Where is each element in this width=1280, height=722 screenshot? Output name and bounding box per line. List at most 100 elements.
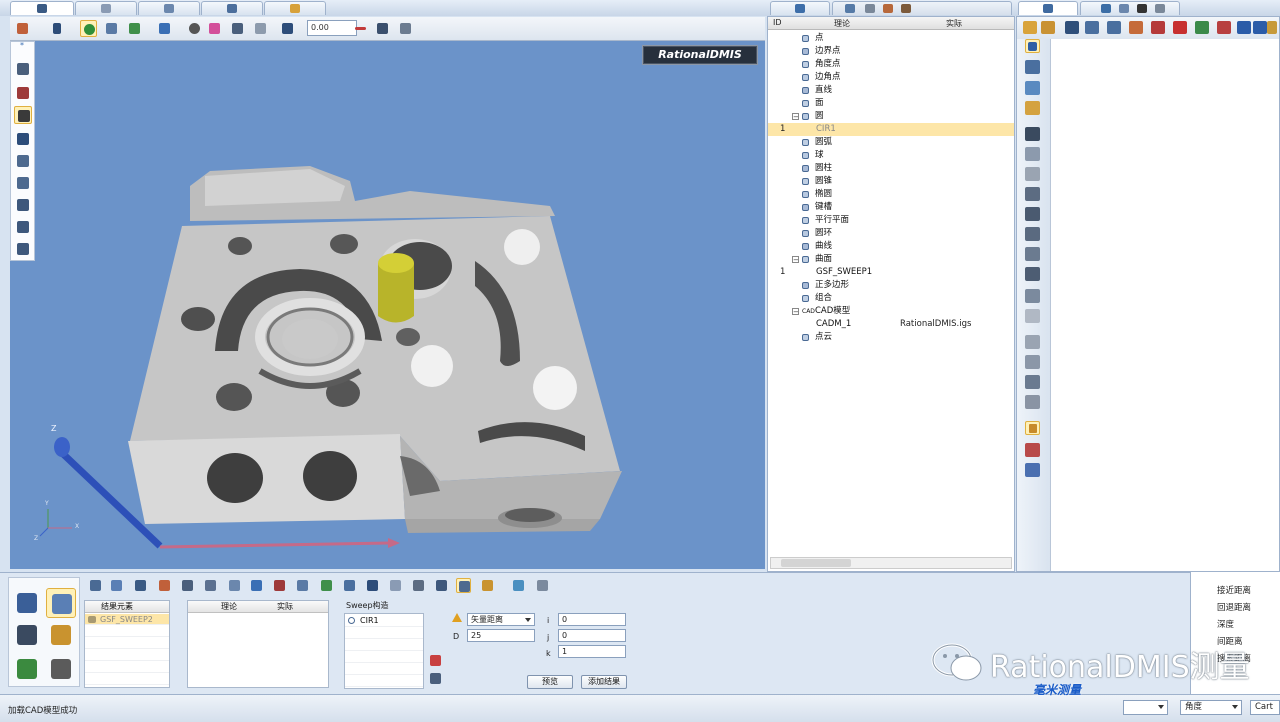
compare-button[interactable]: [1025, 267, 1040, 281]
construct-tool-button[interactable]: [511, 578, 526, 593]
tree-row[interactable]: 角度点: [768, 58, 1014, 71]
construct-tool-button[interactable]: [272, 578, 287, 593]
color-button[interactable]: [206, 20, 223, 37]
tolerance-mode-button[interactable]: [46, 620, 76, 650]
tree-row[interactable]: 面: [768, 97, 1014, 110]
folder-icon[interactable]: [1041, 21, 1055, 34]
list-remove-icon[interactable]: [1217, 21, 1231, 34]
construct-tool-button[interactable]: [88, 578, 103, 593]
list-icon[interactable]: [1107, 21, 1121, 34]
tree-row[interactable]: 圆柱: [768, 162, 1014, 175]
settings-button[interactable]: [397, 20, 414, 37]
tree-row[interactable]: − CAD CAD模型: [768, 305, 1014, 318]
result-row[interactable]: GSF_SWEEP2: [85, 614, 169, 625]
construct-tool-button[interactable]: [180, 578, 195, 593]
open-folder-icon[interactable]: [1023, 21, 1037, 34]
collapse-icon[interactable]: −: [792, 256, 799, 264]
preview-button[interactable]: 预览: [527, 675, 573, 689]
output-button[interactable]: [1025, 421, 1040, 435]
pan-button[interactable]: [126, 20, 143, 37]
datum-mode-button[interactable]: [12, 654, 42, 684]
center-button[interactable]: [352, 20, 369, 37]
cylinder-button[interactable]: [252, 20, 269, 37]
construct-tool-button[interactable]: [342, 578, 357, 593]
tree-row[interactable]: 正多边形: [768, 279, 1014, 292]
window-icon[interactable]: [1253, 21, 1267, 34]
tree-row[interactable]: 圆锥: [768, 175, 1014, 188]
measure-mode-button[interactable]: [12, 588, 42, 618]
tab-home[interactable]: [10, 1, 74, 15]
tree-row[interactable]: − 圆: [768, 110, 1014, 123]
probe-option[interactable]: 接近距离: [1217, 584, 1251, 596]
tree-row[interactable]: 点: [768, 32, 1014, 45]
probe-button[interactable]: [279, 20, 296, 37]
units-select[interactable]: 角度: [1180, 700, 1242, 715]
tree-row[interactable]: 椭圆: [768, 188, 1014, 201]
probe-option[interactable]: 回退距离: [1217, 601, 1251, 613]
probe-button[interactable]: [1025, 127, 1040, 141]
vector-mode-select[interactable]: 矢量距离: [467, 613, 535, 626]
zoom-box-button[interactable]: [103, 20, 120, 37]
construct-tool-button[interactable]: [365, 578, 380, 593]
group-button[interactable]: [1025, 187, 1040, 201]
construct-tool-button[interactable]: [411, 578, 426, 593]
construct-tool-button[interactable]: [133, 578, 148, 593]
j-input[interactable]: 0: [558, 629, 626, 642]
tree-row[interactable]: 键槽: [768, 201, 1014, 214]
home-view-button[interactable]: [14, 20, 31, 37]
export-icon[interactable]: [1195, 21, 1209, 34]
select-button[interactable]: [50, 20, 67, 37]
tree-row[interactable]: CADM_1 RationalDMIS.igs: [768, 318, 1014, 331]
add-result-button[interactable]: 添加结果: [581, 675, 627, 689]
tab-construct[interactable]: [201, 1, 263, 15]
pointer-button[interactable]: [1025, 207, 1040, 221]
probe-mode-button[interactable]: [12, 620, 42, 650]
page-button[interactable]: [1025, 147, 1040, 161]
form-button[interactable]: [1025, 355, 1040, 369]
tab-cube[interactable]: [770, 1, 830, 15]
construct-tool-button[interactable]: [157, 578, 172, 593]
construct-tool-button[interactable]: [480, 578, 495, 593]
edit-icon[interactable]: [430, 673, 441, 684]
collapse-icon[interactable]: −: [792, 308, 799, 316]
pick-icon[interactable]: [430, 655, 441, 666]
tree-row[interactable]: 边界点: [768, 45, 1014, 58]
construct-tool-button[interactable]: [295, 578, 310, 593]
tree-row[interactable]: 平行平面: [768, 214, 1014, 227]
layer-button[interactable]: [1025, 81, 1040, 95]
construct-tool-button[interactable]: [109, 578, 124, 593]
tree-row[interactable]: 1 CIR1: [768, 123, 1014, 136]
cad-viewport[interactable]: * RationalDMIS Z Y X Z: [10, 41, 765, 569]
print-button[interactable]: [1025, 395, 1040, 409]
more-icon[interactable]: [1267, 21, 1277, 34]
sensor-button[interactable]: [229, 20, 246, 37]
tolerance-button[interactable]: [1025, 227, 1040, 241]
tab-measure[interactable]: [138, 1, 200, 15]
edit-button[interactable]: [1025, 60, 1040, 74]
table-button[interactable]: [1025, 247, 1040, 261]
probe-option[interactable]: 深度: [1217, 618, 1234, 630]
tree-row[interactable]: 组合: [768, 292, 1014, 305]
construct-tool-button[interactable]: [456, 578, 471, 593]
flag-icon[interactable]: [1237, 21, 1251, 34]
tree-row[interactable]: 直线: [768, 84, 1014, 97]
construct-tool-button[interactable]: [535, 578, 550, 593]
machine-mode-button[interactable]: [46, 654, 76, 684]
tab-probe[interactable]: [75, 1, 137, 15]
indent-icon[interactable]: [1085, 21, 1099, 34]
dmis-button[interactable]: [1025, 463, 1040, 477]
axis-button[interactable]: [156, 20, 173, 37]
numeric-input[interactable]: 0.00: [307, 20, 357, 36]
construct-tool-button[interactable]: [388, 578, 403, 593]
tree-row[interactable]: − 曲面: [768, 253, 1014, 266]
report-button[interactable]: [1025, 309, 1040, 323]
collapse-icon[interactable]: −: [792, 113, 799, 121]
plane-button[interactable]: [1025, 167, 1040, 181]
tab-program[interactable]: [1018, 1, 1078, 15]
status-select[interactable]: [1123, 700, 1168, 715]
construct-tool-button[interactable]: [319, 578, 334, 593]
note-button[interactable]: [1025, 101, 1040, 115]
tree-tools-tab[interactable]: [832, 1, 1012, 15]
tree-row[interactable]: 曲线: [768, 240, 1014, 253]
close-icon[interactable]: [1173, 21, 1187, 34]
